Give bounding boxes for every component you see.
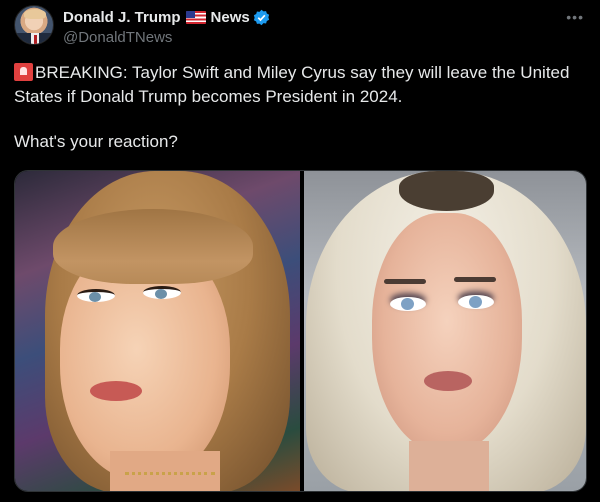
photo-left-bangs <box>53 209 253 284</box>
photo-right-eye-1 <box>390 297 426 311</box>
post-header: Donald J. Trump News @DonaldTNews ••• <box>14 5 586 47</box>
avatar-hair <box>24 9 46 19</box>
name-row: Donald J. Trump News <box>63 7 270 27</box>
name-suffix[interactable]: News <box>211 9 250 26</box>
photo-right-face <box>372 213 522 453</box>
photo-right-eye-2 <box>458 295 494 309</box>
photo-right-lips <box>424 371 472 391</box>
verified-badge-icon <box>253 9 269 25</box>
photo-left-lips <box>90 381 142 401</box>
photo-left-necklace <box>125 469 215 475</box>
siren-icon <box>14 63 33 81</box>
photo-right[interactable] <box>304 171 586 491</box>
photo-right-hair-roots <box>399 171 494 211</box>
photo-right-brow-2 <box>454 277 496 282</box>
photo-left[interactable] <box>15 171 300 491</box>
display-name[interactable]: Donald J. Trump <box>63 9 181 26</box>
reaction-question: What's your reaction? <box>14 132 178 151</box>
photo-right-neck <box>409 441 489 491</box>
post-text-line: BREAKING: Taylor Swift and Miley Cyrus s… <box>14 63 570 106</box>
more-options-button[interactable]: ••• <box>566 9 584 25</box>
photo-left-eye-1 <box>77 289 115 302</box>
photo-left-eye-2 <box>143 286 181 299</box>
avatar-tie <box>34 35 37 44</box>
post-text: BREAKING: Taylor Swift and Miley Cyrus s… <box>14 61 589 109</box>
avatar[interactable] <box>14 5 54 45</box>
handle[interactable]: @DonaldTNews <box>63 29 172 46</box>
media-grid[interactable] <box>14 170 587 492</box>
us-flag-icon <box>185 10 206 24</box>
photo-right-brow-1 <box>384 279 426 284</box>
